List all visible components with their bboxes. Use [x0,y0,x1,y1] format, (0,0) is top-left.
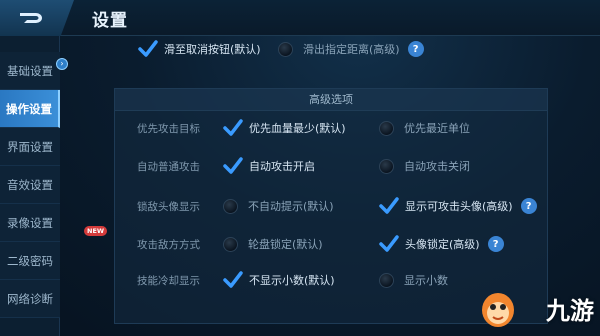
option-nearest-unit[interactable]: 优先最近单位 [379,117,470,139]
option-slide-distance[interactable]: 滑出指定距离(高级) ? [278,38,424,60]
option-wheel-lock[interactable]: 轮盘锁定(默认) [223,233,323,255]
checkmark-icon [379,235,399,252]
option-label: 自动攻击关闭 [404,160,470,173]
option-lowest-hp[interactable]: 优先血量最少(默认) [223,117,346,139]
watermark-text: 九游 [546,297,594,325]
option-label: 自动攻击开启 [249,160,315,173]
help-icon[interactable]: ? [487,236,504,252]
row-label-target-priority: 优先攻击目标 [137,123,200,135]
option-show-decimal[interactable]: 显示小数 [379,269,448,291]
option-label: 滑至取消按钮(默认) [164,43,261,56]
checkmark-icon [223,157,243,174]
help-icon[interactable]: ? [520,198,537,214]
option-label: 不自动提示(默认) [248,200,334,213]
row-label-cooldown-display: 技能冷却显示 [137,275,200,287]
option-label: 头像锁定(高级) [405,238,480,251]
checkmark-icon [379,197,399,214]
option-auto-attack-on[interactable]: 自动攻击开启 [223,155,315,177]
radio-off-icon [223,198,238,214]
option-label: 显示可攻击头像(高级) [405,200,513,213]
radio-off-icon [278,41,293,57]
option-slide-cancel[interactable]: 滑至取消按钮(默认) [138,38,261,60]
option-label: 显示小数 [404,274,448,287]
cancel-mode-row: 滑至取消按钮(默认) 滑出指定距离(高级) ? [130,38,530,60]
help-icon[interactable]: ? [407,41,424,57]
checkmark-icon [223,119,243,136]
back-arrow-icon [20,13,42,23]
option-label: 轮盘锁定(默认) [248,238,323,251]
checkmark-icon [138,40,158,57]
sidebar-item-replay[interactable]: 录像设置 [0,204,60,242]
row-label-attack-mode: 攻击敌方方式 [137,239,200,251]
option-auto-attack-off[interactable]: 自动攻击关闭 [379,155,470,177]
checkmark-icon [223,271,243,288]
option-label: 优先最近单位 [404,122,470,135]
option-label: 滑出指定距离(高级) [303,43,400,56]
settings-screen: 设置 基础设置 操作设置 界面设置 音效设置 录像设置 二级密码 网络诊断 › … [0,0,600,336]
row-label-lock-avatar: 锁敌头像显示 [137,201,200,213]
radio-off-icon [379,158,394,174]
option-label: 优先血量最少(默认) [249,122,346,135]
radio-off-icon [379,272,394,288]
option-no-decimal[interactable]: 不显示小数(默认) [223,269,335,291]
option-no-auto-hint[interactable]: 不自动提示(默认) [223,195,334,217]
option-label: 不显示小数(默认) [249,274,335,287]
sidebar-item-basic[interactable]: 基础设置 [0,52,60,90]
sidebar-item-interface[interactable]: 界面设置 [0,128,60,166]
sidebar-item-controls[interactable]: 操作设置 [0,90,60,128]
sidebar-item-password[interactable]: 二级密码 [0,242,60,280]
option-show-attackable-avatar[interactable]: 显示可攻击头像(高级) ? [379,195,537,217]
new-badge: NEW [84,226,108,236]
sidebar: 基础设置 操作设置 界面设置 音效设置 录像设置 二级密码 网络诊断 [0,36,60,336]
option-avatar-lock[interactable]: 头像锁定(高级) ? [379,233,504,255]
radio-off-icon [223,236,238,252]
sidebar-item-sound[interactable]: 音效设置 [0,166,60,204]
back-button[interactable] [0,0,74,36]
header-bar: 设置 [0,0,600,36]
radio-off-icon [379,120,394,136]
panel-title: 高级选项 [115,89,547,111]
sidebar-item-network[interactable]: 网络诊断 [0,280,60,318]
row-label-auto-attack: 自动普通攻击 [137,161,200,173]
page-title: 设置 [92,11,128,31]
